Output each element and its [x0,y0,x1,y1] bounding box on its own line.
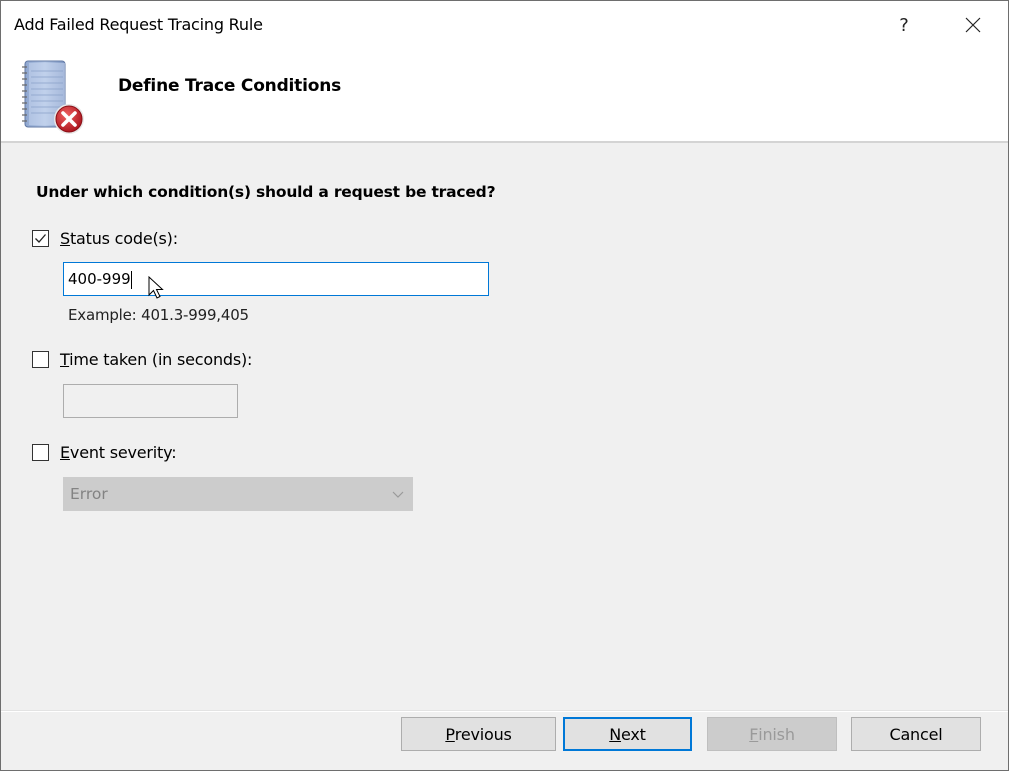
status-code-row: Status code(s): [32,229,178,248]
status-code-input[interactable] [63,262,489,296]
next-button[interactable]: Next [563,717,692,751]
time-taken-checkbox[interactable] [32,351,49,368]
previous-button[interactable]: Previous [401,717,556,751]
event-severity-select[interactable]: Error [63,477,413,511]
event-severity-row: Event severity: [32,443,177,462]
text-caret [131,271,132,289]
window-title: Add Failed Request Tracing Rule [14,15,263,34]
title-bar: Add Failed Request Tracing Rule ? [1,1,1008,49]
dialog-window: Add Failed Request Tracing Rule ? Define… [0,0,1009,771]
close-icon [965,17,981,33]
time-taken-label[interactable]: Time taken (in seconds): [60,350,252,369]
close-button[interactable] [958,11,988,39]
cancel-button[interactable]: Cancel [851,717,981,751]
checkmark-icon [35,234,46,243]
conditions-question: Under which condition(s) should a reques… [36,183,496,201]
status-code-label[interactable]: Status code(s): [60,229,178,248]
footer-divider [1,711,1008,712]
status-code-checkbox[interactable] [32,230,49,247]
event-severity-label[interactable]: Event severity: [60,443,177,462]
time-taken-row: Time taken (in seconds): [32,350,252,369]
finish-button[interactable]: Finish [707,717,837,751]
status-code-example: Example: 401.3-999,405 [68,306,249,324]
help-button[interactable]: ? [889,11,919,39]
event-severity-value: Error [70,485,108,503]
chevron-down-icon [392,491,404,498]
wizard-header: Define Trace Conditions [1,49,1008,143]
page-title: Define Trace Conditions [118,76,342,96]
event-severity-checkbox[interactable] [32,444,49,461]
trace-log-error-icon [22,60,84,134]
content-area: Under which condition(s) should a reques… [1,143,1008,711]
help-icon: ? [899,14,909,36]
time-taken-input[interactable] [63,384,238,418]
mouse-cursor-icon [148,276,164,299]
